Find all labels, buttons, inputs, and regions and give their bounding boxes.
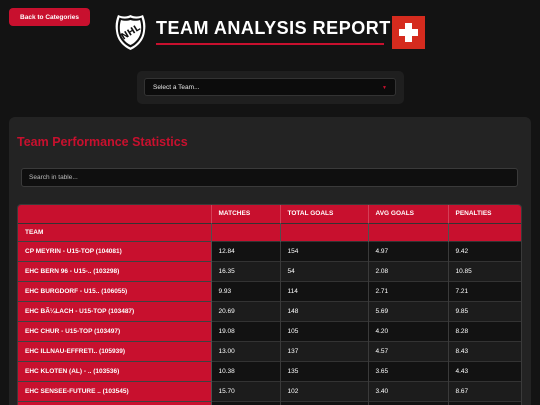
matches-cell: 13.00: [211, 340, 281, 361]
penalties-cell: 9.85: [448, 300, 521, 321]
column-header-penalties[interactable]: PENALTIES: [448, 205, 521, 223]
title-underline: [156, 43, 384, 45]
matches-cell: 19.08: [211, 320, 281, 341]
back-to-categories-button[interactable]: Back to Categories: [9, 8, 90, 26]
avg-goals-cell: 4.20: [368, 320, 449, 341]
swiss-flag-icon: [392, 16, 425, 49]
table-row[interactable]: EHC BURGDORF - U15.. (106055) 9.93 114 2.71…: [18, 280, 521, 301]
total-goals-cell: 54: [280, 260, 369, 281]
team-group-label: TEAM: [18, 222, 212, 241]
avg-goals-cell: 4.97: [368, 240, 449, 261]
total-goals-cell: 135: [280, 360, 369, 381]
stats-table-container: MATCHES TOTAL GOALS AVG GOALS PENALTIES …: [17, 204, 522, 405]
total-goals-cell: 137: [280, 340, 369, 361]
penalties-cell: 4.43: [448, 360, 521, 381]
column-header-total-goals[interactable]: TOTAL GOALS: [280, 205, 369, 223]
table-row[interactable]: CP MEYRIN - U15-TOP (104081) 12.84 154 4.97…: [18, 240, 521, 261]
total-goals-cell: 102: [280, 380, 369, 401]
table-row[interactable]: EHC ILLNAU-EFFRETI.. (105939) 13.00 137 4.5…: [18, 340, 521, 361]
chevron-down-icon: ▼: [382, 85, 387, 91]
total-goals-cell: 149: [280, 400, 369, 405]
avg-goals-cell: 2.71: [368, 280, 449, 301]
team-name-cell: EHC URDORF - U15-TOP (103490): [18, 400, 212, 405]
table-row[interactable]: EHC KLOTEN (AL) - .. (103536) 10.38 135 3.6…: [18, 360, 521, 381]
column-header-team[interactable]: [18, 205, 212, 223]
team-name-cell: EHC CHUR - U15-TOP (103497): [18, 320, 212, 341]
team-performance-panel: Team Performance Statistics MATCHES TOTA…: [9, 117, 531, 405]
table-search-input[interactable]: [21, 168, 518, 187]
team-group-header-row: TEAM: [18, 222, 521, 241]
team-select[interactable]: Select a Team... ▼: [144, 78, 396, 96]
total-goals-cell: 154: [280, 240, 369, 261]
penalties-cell: 9.42: [448, 240, 521, 261]
avg-goals-cell: 3.40: [368, 380, 449, 401]
team-name-cell: EHC KLOTEN (AL) - .. (103536): [18, 360, 212, 381]
avg-goals-cell: 4.14: [368, 400, 449, 405]
team-name-cell: EHC SENSEE-FUTURE .. (103545): [18, 380, 212, 401]
section-title: Team Performance Statistics: [17, 135, 188, 149]
team-name-cell: EHC BÃ¼LACH - U15-TOP (103487): [18, 300, 212, 321]
page-title: TEAM ANALYSIS REPORT: [156, 18, 391, 38]
column-header-avg-goals[interactable]: AVG GOALS: [368, 205, 449, 223]
penalties-cell: 7.21: [448, 280, 521, 301]
avg-goals-cell: 5.69: [368, 300, 449, 321]
team-name-cell: CP MEYRIN - U15-TOP (104081): [18, 240, 212, 261]
column-header-matches[interactable]: MATCHES: [211, 205, 281, 223]
table-row[interactable]: EHC CHUR - U15-TOP (103497) 19.08 105 4.20 8…: [18, 320, 521, 341]
total-goals-cell: 105: [280, 320, 369, 341]
penalties-cell: 8.67: [448, 380, 521, 401]
total-goals-cell: 148: [280, 300, 369, 321]
table-header-row: MATCHES TOTAL GOALS AVG GOALS PENALTIES: [18, 205, 521, 223]
matches-cell: 12.11: [211, 400, 281, 405]
table-row[interactable]: EHC URDORF - U15-TOP (103490)12.111494.1…: [18, 400, 521, 405]
total-goals-cell: 114: [280, 280, 369, 301]
team-name-cell: EHC BERN 96 - U15-.. (103298): [18, 260, 212, 281]
avg-goals-cell: 2.08: [368, 260, 449, 281]
penalties-cell: 8.43: [448, 340, 521, 361]
table-row[interactable]: EHC BÃ¼LACH - U15-TOP (103487) 20.69 148 5.…: [18, 300, 521, 321]
nhl-shield-logo: NHL: [115, 15, 146, 50]
table-row[interactable]: EHC SENSEE-FUTURE .. (103545) 15.70 102 3.4…: [18, 380, 521, 401]
team-select-value: Select a Team...: [153, 83, 200, 91]
matches-cell: 20.69: [211, 300, 281, 321]
team-name-cell: EHC ILLNAU-EFFRETI.. (105939): [18, 340, 212, 361]
matches-cell: 12.84: [211, 240, 281, 261]
table-row[interactable]: EHC BERN 96 - U15-.. (103298) 16.35 54 2.08…: [18, 260, 521, 281]
penalties-cell: 8.28: [448, 320, 521, 341]
team-select-container: Select a Team... ▼: [137, 71, 404, 104]
avg-goals-cell: 4.57: [368, 340, 449, 361]
stats-table: MATCHES TOTAL GOALS AVG GOALS PENALTIES …: [18, 205, 521, 405]
penalties-cell: 3.97: [448, 400, 521, 405]
team-name-cell: EHC BURGDORF - U15.. (106055): [18, 280, 212, 301]
matches-cell: 16.35: [211, 260, 281, 281]
matches-cell: 15.70: [211, 380, 281, 401]
penalties-cell: 10.85: [448, 260, 521, 281]
avg-goals-cell: 3.65: [368, 360, 449, 381]
matches-cell: 9.93: [211, 280, 281, 301]
matches-cell: 10.38: [211, 360, 281, 381]
